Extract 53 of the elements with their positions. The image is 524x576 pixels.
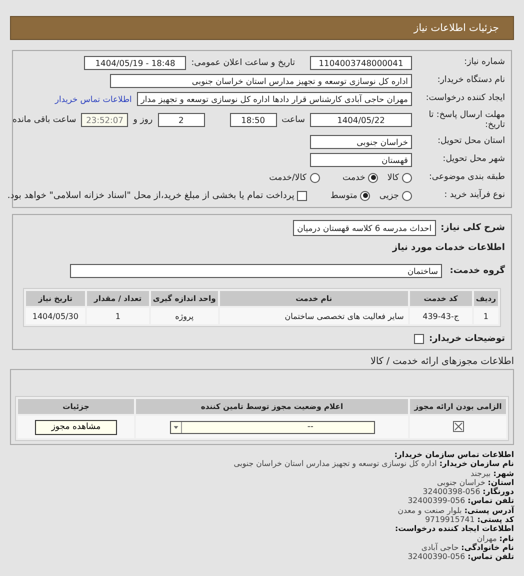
text-field[interactable]: خراسان جنوبی <box>310 134 412 148</box>
countdown-field: 23:52:07 <box>81 113 128 127</box>
field-label: ساعت باقی مانده <box>12 115 76 125</box>
table-cell: پروژه <box>150 308 218 324</box>
table-cell: 1 <box>474 308 498 324</box>
radio-label: کالا <box>387 172 399 182</box>
text-field[interactable]: 1104003748000041 <box>310 56 412 70</box>
text-field[interactable]: مهران حاجی آبادی کارشناس قرار دادها اداره کل نوسازی توسعه و تجهیز مدار <box>136 92 412 106</box>
field-label: ساعت <box>282 115 305 125</box>
radio-button[interactable] <box>360 190 370 200</box>
page-header: جزئیات اطلاعات نیاز <box>10 16 514 40</box>
field-label: طبقه بندی موضوعی: <box>428 172 505 183</box>
text-field[interactable]: اداره کل نوسازی توسعه و تجهیز مدارس استان خراسان جنوبی <box>110 74 412 88</box>
field-label: نام دستگاه خریدار: <box>436 75 505 86</box>
view-permit-button[interactable]: مشاهده مجوز <box>35 420 117 434</box>
text-field[interactable]: 1404/05/22 <box>310 113 412 127</box>
radio-button[interactable] <box>402 190 412 200</box>
text-field[interactable]: 18:50 <box>230 113 277 127</box>
field-label: گروه خدمت: <box>448 266 505 276</box>
text-field[interactable]: 2 <box>158 113 205 127</box>
field-label: توضیحات خریدار: <box>429 334 505 344</box>
table-cell: 1404/05/30 <box>26 308 85 324</box>
radio-label: خدمت <box>342 172 366 182</box>
field-label: نوع فرآیند خرید : <box>443 190 505 201</box>
radio-label: متوسط <box>330 190 358 200</box>
crossed-checkbox-icon <box>452 420 464 432</box>
section-title: اطلاعات مجوزهای ارائه خدمت / کالا <box>370 356 514 367</box>
text-field[interactable]: 1404/05/19 - 18:48 <box>84 56 186 70</box>
text-field[interactable]: احداث مدرسه 6 کلاسه قهستان درمیان <box>293 220 436 236</box>
status-dropdown[interactable]: -- <box>170 420 374 434</box>
radio-label: جزیی <box>379 190 399 200</box>
field-label: شرح کلی نیاز: <box>440 223 505 233</box>
field-label: مهلت ارسال پاسخ: تا تاریخ: <box>428 110 505 130</box>
field-label: ایجاد کننده درخواست: <box>424 93 505 104</box>
field-label: شماره نیاز: <box>463 57 505 68</box>
radio-button[interactable] <box>402 172 412 182</box>
buyer-contact-link[interactable]: اطلاعات تماس خریدار <box>54 94 132 104</box>
checkbox[interactable] <box>297 190 308 200</box>
radio-button[interactable] <box>310 172 320 182</box>
field-label: استان محل تحویل: <box>436 136 505 147</box>
table-cell: ج-43-439 <box>410 308 472 324</box>
checkbox[interactable] <box>414 334 424 344</box>
section-title: اطلاعات خدمات مورد نیاز <box>392 242 505 252</box>
radio-label: کالا/خدمت <box>269 172 306 182</box>
checkbox-label: پرداخت تمام یا بخشی از مبلغ خرید،از محل "اسناد خزانه اسلامی" خواهد بود. <box>7 190 294 200</box>
field-label: شهر محل تحویل: <box>442 154 505 165</box>
text-field[interactable]: قهستان <box>310 152 412 166</box>
field-label: تاریخ و ساعت اعلان عمومی: <box>191 58 295 68</box>
text-field[interactable]: ساختمان <box>70 264 442 278</box>
radio-button[interactable] <box>368 172 378 182</box>
field-label: روز و <box>133 115 153 125</box>
table-cell: 1 <box>86 308 149 324</box>
table-cell: سایر فعالیت های تخصصی ساختمان <box>220 308 408 324</box>
